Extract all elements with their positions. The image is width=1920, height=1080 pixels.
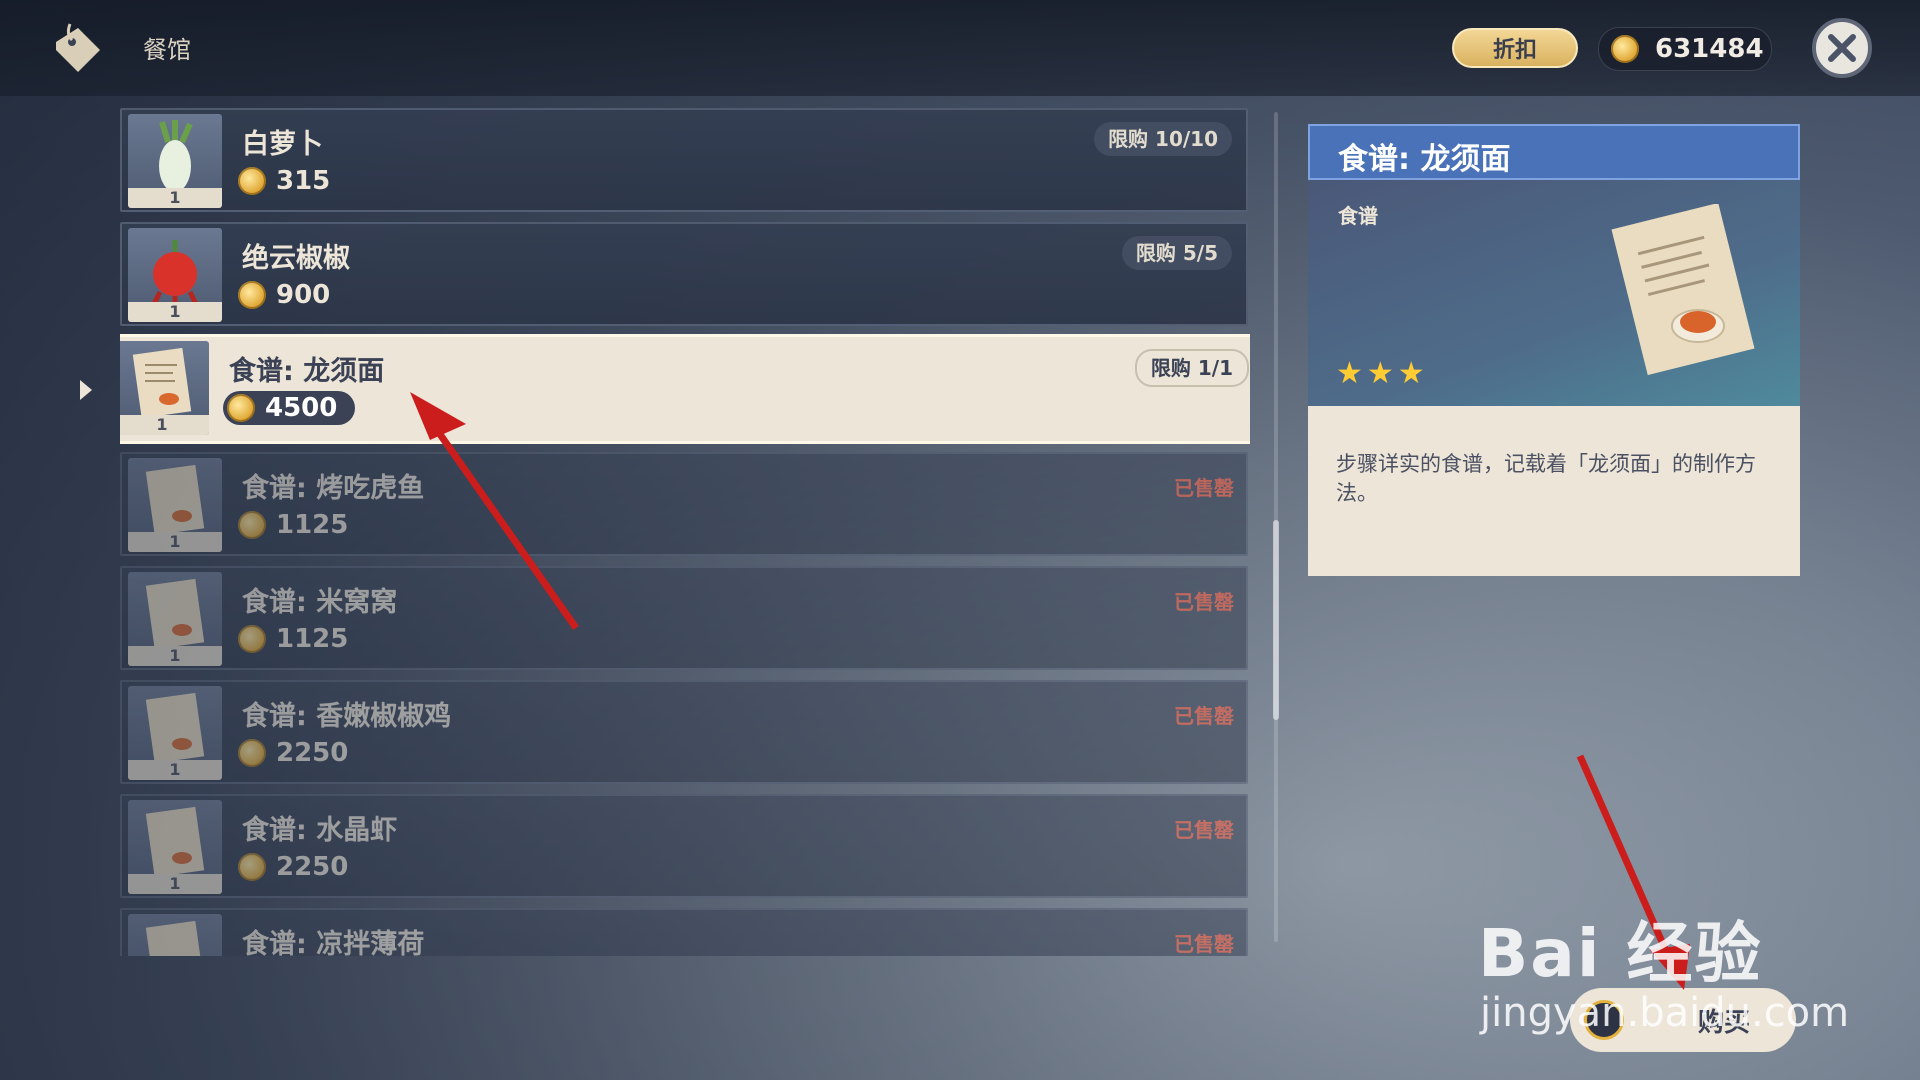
watermark-url: jingyan.baidu.com xyxy=(1480,990,1850,1036)
arrow-annotation-icon xyxy=(410,392,579,631)
watermark-logo: Bai 经验 xyxy=(1478,915,1763,992)
